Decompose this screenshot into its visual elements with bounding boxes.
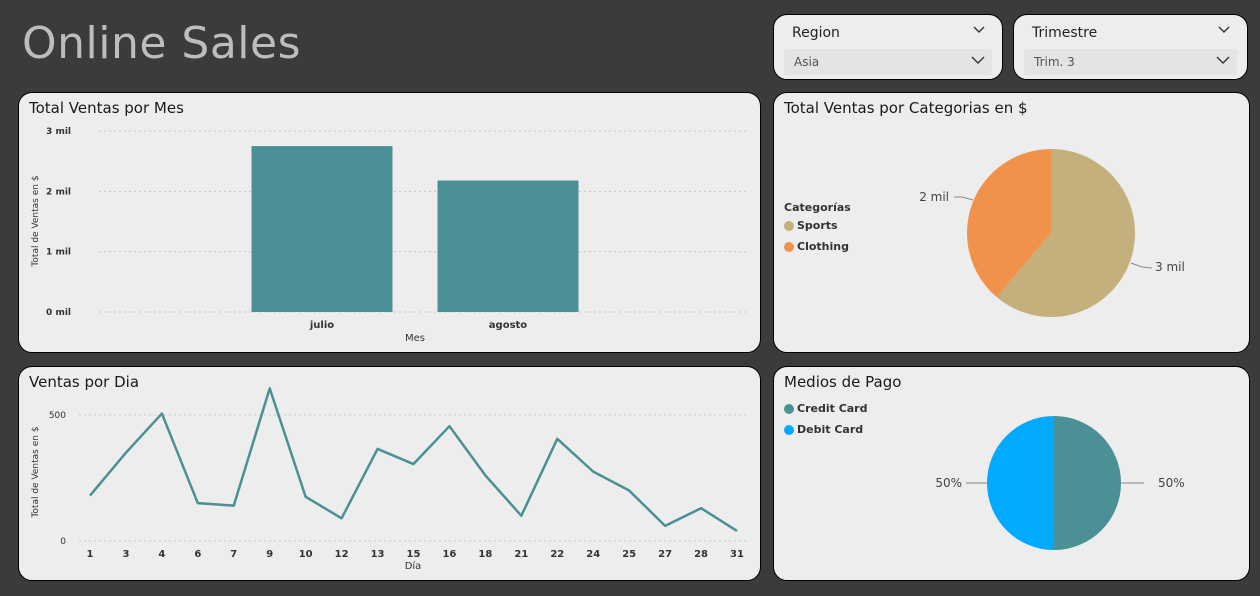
category-pie-chart: 3 mil 2 mil: [919, 149, 1185, 317]
y-tick-label: 0: [60, 537, 66, 547]
bar: [437, 180, 579, 312]
bar: [251, 146, 393, 312]
x-tick-label: 25: [622, 549, 636, 560]
y-tick-label: 500: [49, 411, 66, 421]
x-tick-label: 31: [730, 549, 744, 560]
x-axis-label: Mes: [405, 333, 425, 344]
label-leader-line: [1130, 262, 1153, 269]
x-tick-label: 21: [514, 549, 528, 560]
series-line: [89, 387, 738, 532]
x-tick-label: 4: [158, 549, 165, 560]
x-tick-label: 3: [122, 549, 129, 560]
x-tick-label: 16: [442, 549, 456, 560]
data-label: 3 mil: [1155, 260, 1185, 274]
trimestre-selected-value: Trim. 3: [1034, 55, 1075, 69]
x-tick-label: 6: [194, 549, 201, 560]
trimestre-slicer-label: Trimestre: [1032, 25, 1098, 41]
chevron-down-icon[interactable]: [1217, 23, 1231, 37]
trimestre-dropdown[interactable]: Trim. 3: [1024, 49, 1237, 75]
y-axis-label: Total de Ventas en $: [31, 175, 41, 267]
x-tick-label: 1: [87, 549, 94, 560]
x-tick-label: julio: [309, 320, 334, 331]
ventas-por-mes-panel: Total Ventas por Mes 0 mil 1 mil 2 mil 3 mi…: [18, 92, 761, 353]
chevron-down-icon[interactable]: [972, 23, 986, 37]
x-tick-label: 15: [407, 549, 421, 560]
label-leader-line: [954, 196, 974, 201]
data-label: 50%: [1158, 476, 1185, 490]
x-tick-label: 9: [266, 549, 273, 560]
pie-slice: [1054, 416, 1121, 550]
region-slicer-label: Region: [792, 25, 840, 41]
x-tick-label: 27: [658, 549, 672, 560]
chevron-down-icon[interactable]: [970, 52, 986, 68]
trimestre-slicer[interactable]: Trimestre Trim. 3: [1013, 14, 1248, 80]
x-tick-label: 13: [371, 549, 385, 560]
y-tick-label: 0 mil: [46, 308, 71, 318]
chevron-down-icon[interactable]: [1215, 52, 1231, 68]
x-axis-label: Día: [405, 560, 422, 572]
x-tick-label: 7: [230, 549, 237, 560]
region-dropdown[interactable]: Asia: [784, 49, 992, 75]
y-tick-label: 3 mil: [46, 127, 71, 137]
bar-chart: 0 mil 1 mil 2 mil 3 mil julio agosto Mes Total …: [31, 127, 749, 344]
medios-de-pago-panel: Medios de Pago Credit Card Debit Card 50…: [773, 366, 1250, 581]
y-axis-label: Total de Ventas en $: [31, 426, 41, 518]
x-tick-label: 12: [335, 549, 349, 560]
x-tick-label: 24: [586, 549, 600, 560]
x-tick-label: 18: [478, 549, 492, 560]
payment-pie-chart: 50% 50%: [935, 416, 1185, 550]
ventas-por-dia-panel: Ventas por Dia 0 500 1 3 4 6 7 9 10 12 13 15 16 18 21 2…: [18, 366, 761, 581]
ventas-por-categoria-panel: Total Ventas por Categorias en $ Categor…: [773, 92, 1250, 353]
x-tick-label: agosto: [489, 320, 528, 331]
x-tick-label: 28: [694, 549, 708, 560]
data-label: 2 mil: [919, 190, 949, 204]
region-slicer[interactable]: Region Asia: [773, 14, 1003, 80]
page-title: Online Sales: [22, 18, 302, 69]
y-tick-label: 1 mil: [46, 248, 71, 258]
y-tick-label: 2 mil: [46, 187, 71, 197]
data-label: 50%: [935, 476, 962, 490]
x-tick-label: 22: [550, 549, 564, 560]
x-tick-label: 10: [299, 549, 313, 560]
region-selected-value: Asia: [794, 55, 820, 69]
line-chart: 05001 3 4 6 7 9 10 12 13 15 16 18 21 22 24 25 27 28 31DíaT…: [31, 387, 749, 572]
pie-slice: [987, 416, 1054, 550]
